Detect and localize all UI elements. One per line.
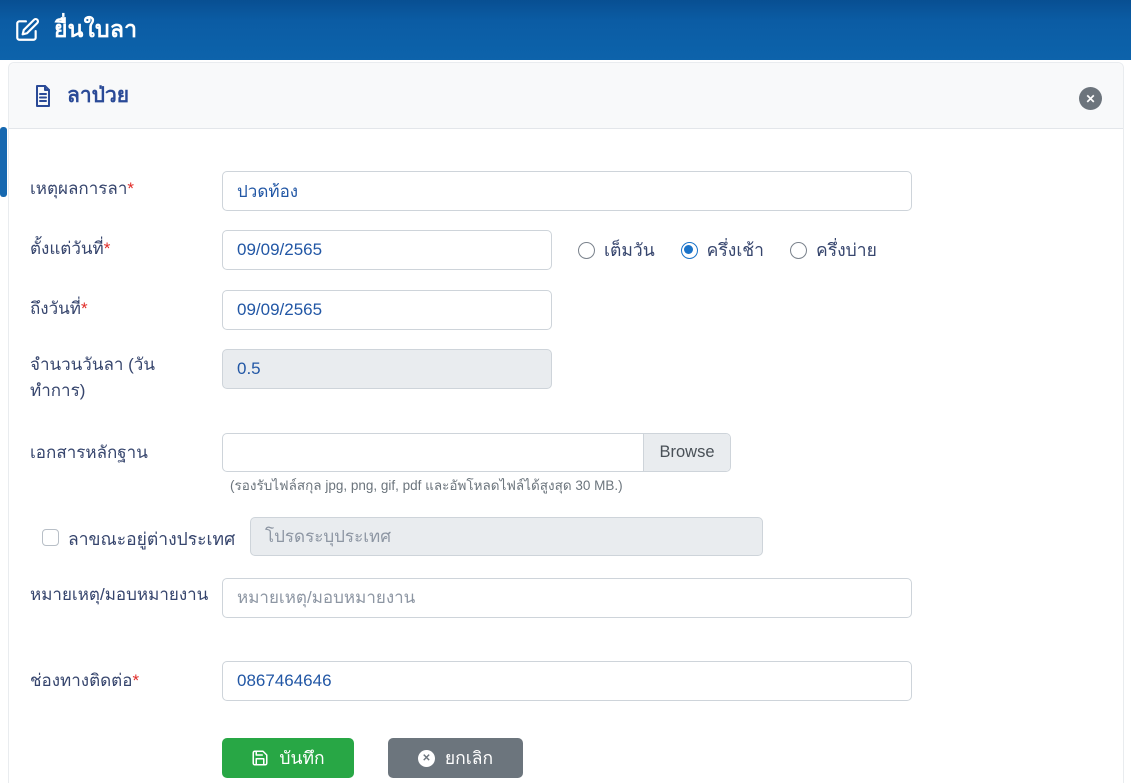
- radio-icon[interactable]: [578, 241, 595, 259]
- day-option-label: ครึ่งเช้า: [706, 240, 765, 260]
- cancel-button-label: ยกเลิก: [444, 748, 494, 768]
- abroad-label: ลาขณะอยู่ต่างประเทศ: [68, 529, 236, 549]
- country-input: [250, 517, 763, 556]
- reason-label-text: เหตุผลการลา: [30, 179, 128, 198]
- day-option-0[interactable]: เต็มวัน: [578, 236, 655, 264]
- panel-title: ลาป่วย: [67, 84, 130, 107]
- required-asterisk: *: [127, 179, 134, 198]
- days-count-label: จำนวนวันลา (วันทำการ): [30, 355, 155, 400]
- day-option-label: ครึ่งบ่าย: [816, 240, 877, 260]
- day-option-1[interactable]: ครึ่งเช้า: [680, 236, 765, 264]
- reason-label: เหตุผลการลา*: [30, 176, 215, 202]
- cancel-button[interactable]: ยกเลิก: [388, 738, 523, 778]
- save-icon: [252, 750, 268, 766]
- required-asterisk: *: [80, 299, 88, 318]
- contact-input[interactable]: [222, 661, 912, 701]
- title-bar: ยื่นใบลา: [0, 0, 1131, 60]
- radio-icon[interactable]: [790, 241, 808, 259]
- reason-input[interactable]: [222, 171, 912, 211]
- note-label: หมายเหตุ/มอบหมายงาน: [30, 585, 209, 604]
- attachment-file-value: [223, 434, 643, 471]
- from-date-label: ตั้งแต่วันที่*: [30, 236, 215, 262]
- page-title: ยื่นใบลา: [54, 16, 138, 42]
- contact-label-text: ช่องทางติดต่อ: [30, 671, 133, 690]
- radio-selected-icon[interactable]: [680, 241, 698, 259]
- note-input[interactable]: [222, 578, 912, 618]
- close-icon[interactable]: [1079, 87, 1102, 110]
- save-button-label: บันทึก: [279, 748, 325, 768]
- days-count-input: [222, 349, 552, 389]
- day-option-label: เต็มวัน: [604, 240, 655, 260]
- from-date-input[interactable]: [222, 230, 552, 270]
- to-date-label: ถึงวันที่*: [30, 296, 215, 322]
- browse-button[interactable]: Browse: [643, 434, 730, 471]
- leave-form-page: ยื่นใบลา ลาป่วย เหตุผลการลา* ตั้งแต่วันท…: [0, 0, 1131, 783]
- abroad-checkbox[interactable]: [42, 529, 59, 546]
- to-date-input[interactable]: [222, 290, 552, 330]
- panel-header: ลาป่วย: [9, 63, 1123, 129]
- day-option-group: เต็มวัน ครึ่งเช้า ครึ่งบ่าย: [578, 230, 877, 270]
- attachment-hint: (รองรับไฟล์สกุล jpg, png, gif, pdf และอั…: [230, 478, 623, 493]
- attachment-file-input[interactable]: Browse: [222, 433, 731, 472]
- to-date-label-text: ถึงวันที่: [30, 299, 81, 318]
- day-option-2[interactable]: ครึ่งบ่าย: [790, 236, 877, 264]
- from-date-label-text: ตั้งแต่วันที่: [30, 239, 104, 258]
- save-button[interactable]: บันทึก: [222, 738, 354, 778]
- edit-icon: [16, 18, 39, 41]
- required-asterisk: *: [132, 671, 140, 690]
- required-asterisk: *: [103, 239, 111, 258]
- contact-label: ช่องทางติดต่อ*: [30, 668, 215, 694]
- attachment-label: เอกสารหลักฐาน: [30, 443, 148, 462]
- document-icon: [36, 84, 50, 107]
- left-scrollbar-thumb[interactable]: [0, 127, 7, 197]
- cancel-icon: [417, 749, 435, 767]
